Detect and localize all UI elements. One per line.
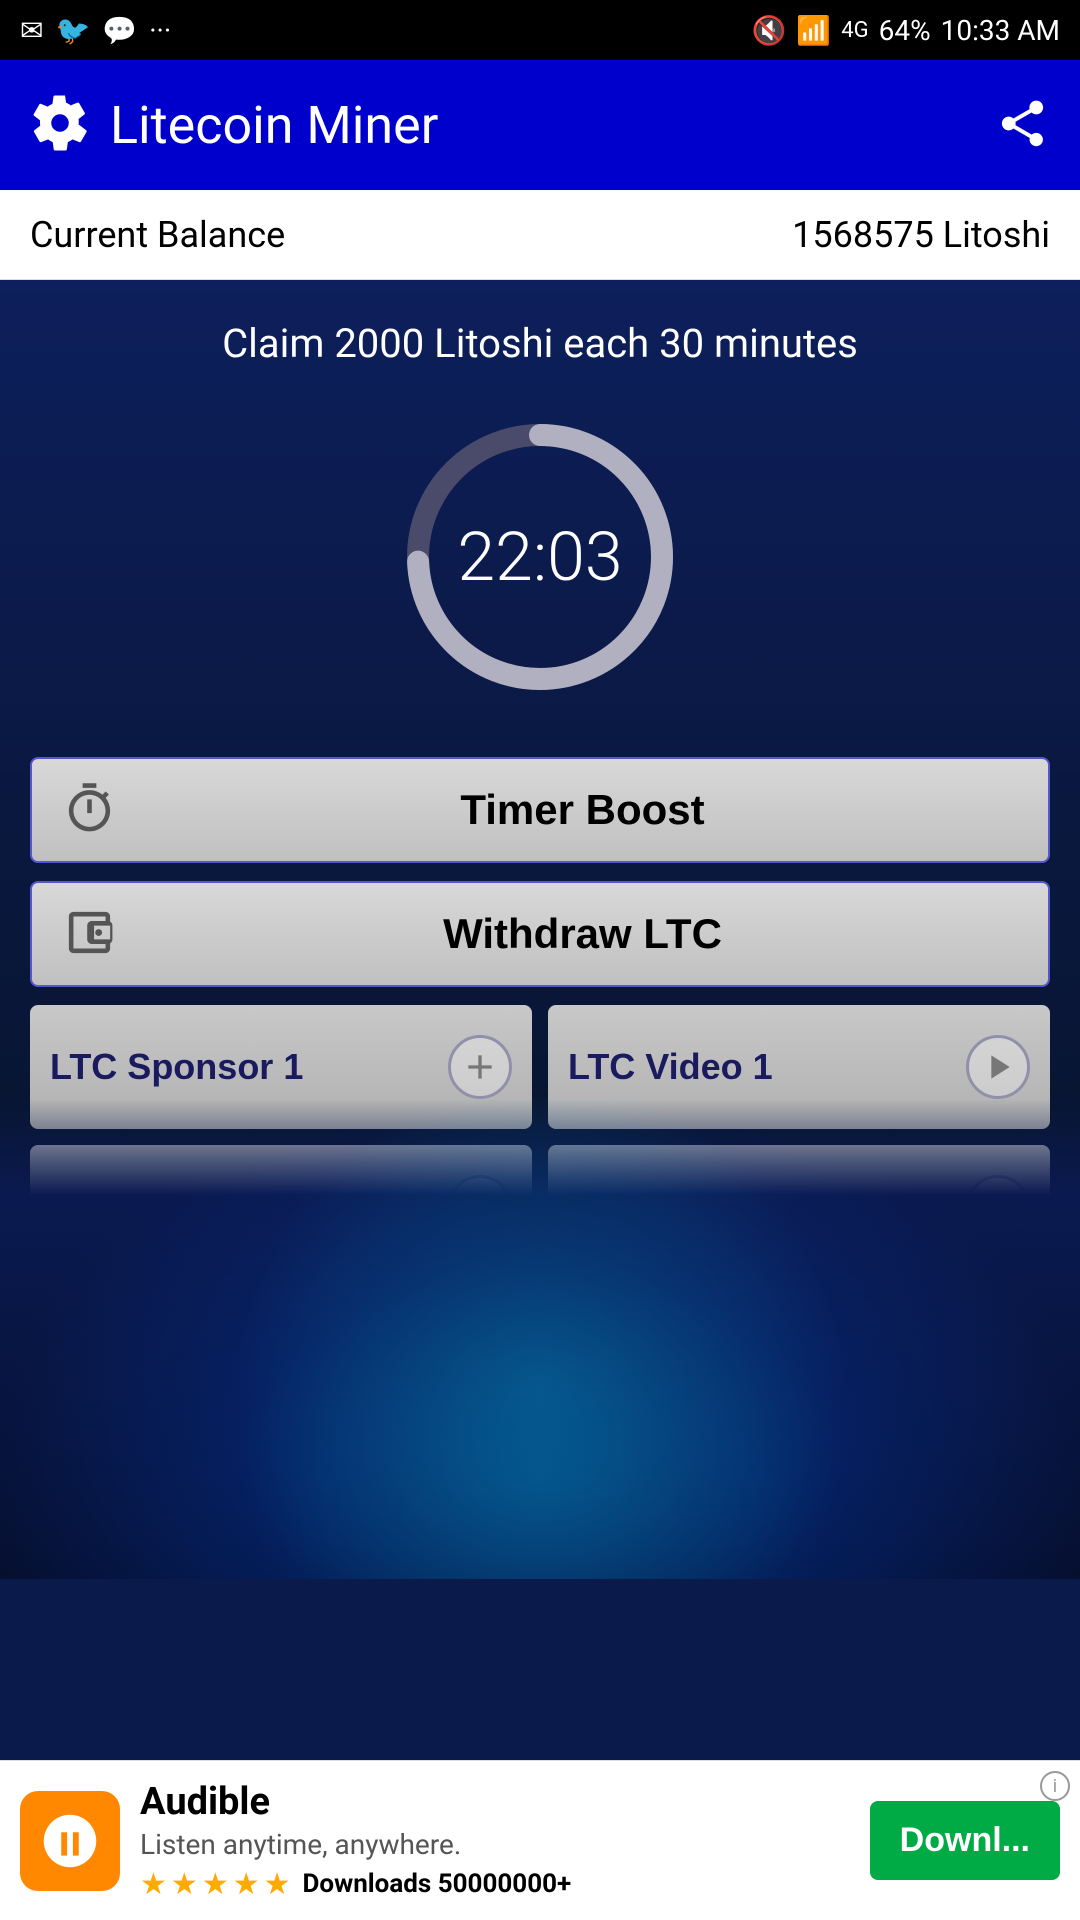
status-bar: ✉ 🐦 💬 ··· 🔇 📶 4G 64% 10:33 AM: [0, 0, 1080, 60]
ad-subtitle: Listen anytime, anywhere.: [140, 1828, 870, 1861]
ad-info-icon[interactable]: i: [1040, 1771, 1070, 1801]
time-display: 10:33 AM: [941, 14, 1060, 47]
background-glow: [0, 1099, 1080, 1579]
timer-boost-label: Timer Boost: [147, 786, 1018, 834]
wallet-icon: [62, 905, 117, 963]
dots-icon: ···: [149, 14, 171, 47]
app-bar: Litecoin Miner: [0, 60, 1080, 190]
wifi-icon: 📶: [796, 14, 831, 47]
star-2: ★: [171, 1867, 198, 1902]
ltc-video-1-label: LTC Video 1: [568, 1046, 773, 1088]
twitter-icon: 🐦: [55, 14, 90, 47]
4g-icon: 4G: [841, 18, 868, 43]
mail-icon: ✉: [20, 14, 43, 47]
timer-boost-button[interactable]: Timer Boost: [30, 757, 1050, 863]
star-1: ★: [140, 1867, 167, 1902]
timer-icon: [62, 781, 117, 839]
ad-app-icon: [20, 1791, 120, 1891]
glow-inner: [0, 1099, 1080, 1579]
mute-icon: 🔇: [752, 14, 787, 47]
balance-label: Current Balance: [30, 214, 285, 256]
withdraw-ltc-button[interactable]: Withdraw LTC: [30, 881, 1050, 987]
ad-downloads: Downloads 50000000+: [303, 1869, 572, 1899]
ltc-sponsor-1-label: LTC Sponsor 1: [50, 1046, 303, 1088]
ad-text-area: Audible Listen anytime, anywhere. ★ ★ ★ …: [140, 1780, 870, 1902]
message-icon: 💬: [102, 14, 137, 47]
star-half: ★: [264, 1867, 291, 1902]
withdraw-ltc-label: Withdraw LTC: [147, 910, 1018, 958]
ad-download-button[interactable]: Downl...: [870, 1801, 1060, 1880]
app-bar-left: Litecoin Miner: [30, 93, 438, 157]
plus-icon-1: [448, 1035, 512, 1099]
status-left-icons: ✉ 🐦 💬 ···: [20, 14, 171, 47]
timer-display: 22:03: [457, 517, 622, 597]
ad-app-name: Audible: [140, 1780, 870, 1824]
claim-text: Claim 2000 Litoshi each 30 minutes: [30, 320, 1050, 367]
battery-text: 64%: [879, 14, 931, 47]
app-title: Litecoin Miner: [110, 95, 438, 156]
main-content: Claim 2000 Litoshi each 30 minutes 22:03…: [0, 280, 1080, 1579]
balance-bar: Current Balance 1568575 Litoshi: [0, 190, 1080, 280]
star-4: ★: [233, 1867, 260, 1902]
balance-value: 1568575 Litoshi: [792, 214, 1050, 256]
ad-stars: ★ ★ ★ ★ ★ Downloads 50000000+: [140, 1867, 870, 1902]
settings-button[interactable]: [30, 93, 90, 157]
play-icon-1: [966, 1035, 1030, 1099]
star-3: ★: [202, 1867, 229, 1902]
ad-banner: Audible Listen anytime, anywhere. ★ ★ ★ …: [0, 1760, 1080, 1920]
timer-circle: 22:03: [390, 407, 690, 707]
timer-container: 22:03: [30, 407, 1050, 707]
status-right-icons: 🔇 📶 4G 64% 10:33 AM: [752, 14, 1060, 47]
share-button[interactable]: [995, 96, 1050, 155]
